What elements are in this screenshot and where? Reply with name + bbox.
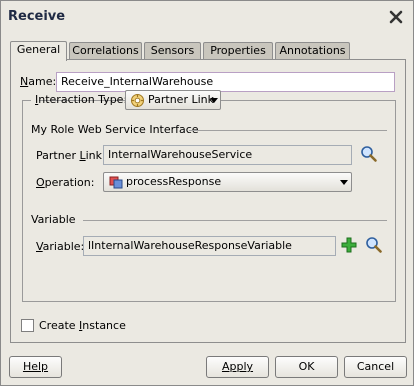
chevron-down-icon bbox=[340, 180, 348, 185]
operation-label: Operation: bbox=[36, 176, 95, 189]
tab-general[interactable]: General bbox=[10, 41, 67, 61]
apply-button-label: Apply bbox=[221, 360, 254, 373]
chevron-down-icon bbox=[210, 98, 218, 103]
variable-section-label: Variable bbox=[31, 213, 76, 226]
variable-section-divider bbox=[83, 220, 387, 221]
role-section-divider bbox=[189, 130, 387, 131]
apply-button[interactable]: Apply bbox=[206, 356, 269, 378]
tab-label: Correlations bbox=[72, 44, 139, 57]
tab-label: Annotations bbox=[279, 44, 346, 57]
tab-label: Sensors bbox=[150, 44, 195, 57]
tab-label: Properties bbox=[210, 44, 266, 57]
interaction-type-row: Interaction Type: Partner Link bbox=[31, 89, 221, 111]
dialog-title: Receive bbox=[8, 9, 66, 24]
tab-correlations[interactable]: Correlations bbox=[69, 42, 142, 60]
variable-field[interactable]: lInternalWarehouseResponseVariable bbox=[83, 236, 336, 256]
help-button-label: Help bbox=[22, 360, 49, 373]
add-icon[interactable] bbox=[341, 237, 357, 253]
partner-link-field[interactable]: InternalWarehouseService bbox=[103, 145, 352, 165]
ok-button[interactable]: OK bbox=[275, 356, 338, 378]
interaction-type-dropdown[interactable]: Partner Link bbox=[125, 90, 221, 110]
partner-link-icon bbox=[131, 94, 144, 107]
name-field[interactable]: Receive_InternalWarehouse bbox=[56, 72, 395, 92]
search-icon[interactable] bbox=[365, 236, 383, 254]
partner-link-label: Partner Link: bbox=[36, 149, 106, 162]
search-icon[interactable] bbox=[360, 145, 378, 163]
role-section-label: My Role Web Service Interface bbox=[31, 123, 199, 136]
name-label: Name: bbox=[20, 75, 57, 88]
receive-dialog: Receive General Correlations Sensors Pro… bbox=[0, 0, 414, 386]
ok-button-label: OK bbox=[298, 360, 315, 373]
tab-label: General bbox=[16, 43, 61, 56]
operation-icon bbox=[109, 176, 123, 189]
interaction-type-label: Interaction Type: bbox=[35, 93, 128, 106]
interaction-group: Interaction Type: Partner Link My Role W… bbox=[22, 89, 396, 302]
variable-label: Variable: bbox=[36, 240, 85, 253]
close-icon[interactable] bbox=[389, 10, 403, 24]
help-button[interactable]: Help bbox=[9, 356, 62, 378]
tab-annotations[interactable]: Annotations bbox=[275, 42, 350, 60]
operation-value: processResponse bbox=[126, 175, 222, 188]
general-panel: Name: Receive_InternalWarehouse Interact… bbox=[10, 59, 406, 343]
cancel-button[interactable]: Cancel bbox=[344, 356, 407, 378]
interaction-type-value: Partner Link bbox=[148, 93, 214, 106]
title-bar: Receive bbox=[1, 1, 413, 35]
tab-properties[interactable]: Properties bbox=[203, 42, 273, 60]
create-instance-checkbox[interactable] bbox=[21, 319, 34, 332]
create-instance-label: Create Instance bbox=[39, 319, 126, 332]
cancel-button-label: Cancel bbox=[356, 360, 395, 373]
operation-dropdown[interactable]: processResponse bbox=[103, 172, 352, 192]
tab-sensors[interactable]: Sensors bbox=[144, 42, 201, 60]
